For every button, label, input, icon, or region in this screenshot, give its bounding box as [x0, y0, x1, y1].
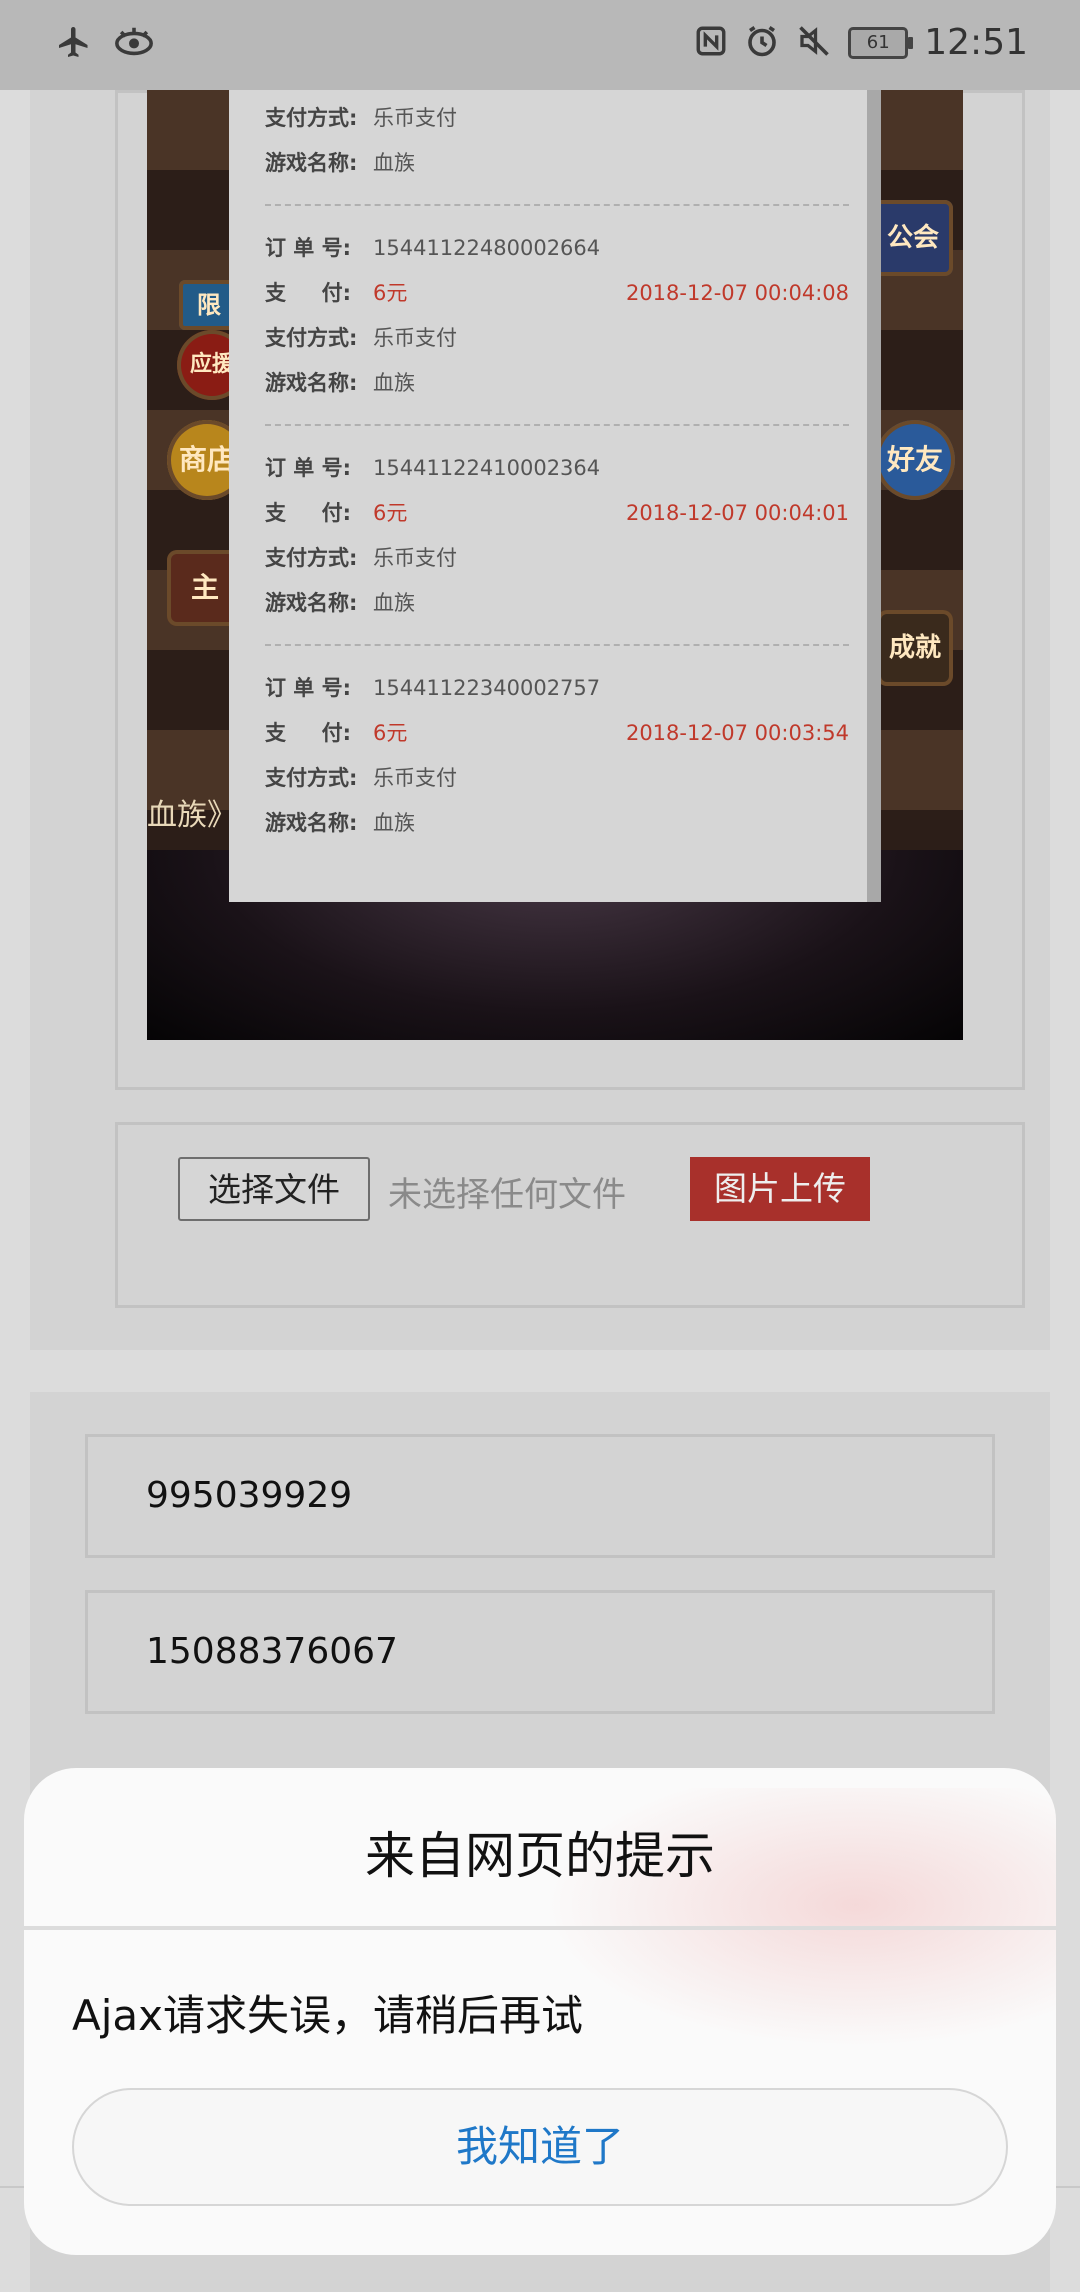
qq-field[interactable]: 995039929	[85, 1434, 995, 1558]
order-number-value: 15441122410002364	[373, 456, 601, 480]
order-item: 订 单 号: 15441122340002757 支 付: 6元 2018-12-07…	[265, 646, 849, 846]
order-pay-label: 支 付:	[265, 501, 352, 525]
order-method-label: 支付方式:	[265, 766, 358, 790]
order-game-row: 游戏名称: 血族	[265, 581, 849, 626]
order-method-row: 支付方式: 乐币支付	[265, 316, 849, 361]
order-game-row: 游戏名称: 血族	[265, 141, 849, 186]
order-method-label: 支付方式:	[265, 546, 358, 570]
order-game-label: 游戏名称:	[265, 811, 358, 835]
status-bar: 61 12:51	[0, 0, 1080, 90]
order-method-value: 乐币支付	[373, 106, 457, 130]
order-item: 订 单 号: 15441122410002364 支 付: 6元 2018-12-07…	[265, 426, 849, 646]
mute-icon	[796, 23, 832, 63]
order-game-row: 游戏名称: 血族	[265, 801, 849, 846]
no-file-label: 未选择任何文件	[388, 1175, 626, 1215]
alarm-icon	[744, 23, 780, 63]
order-pay-row: 支 付: 6元 2018-12-07 00:04:01	[265, 491, 849, 536]
airplane-icon	[56, 24, 92, 64]
order-method-value: 乐币支付	[373, 766, 457, 790]
order-game-value: 血族	[373, 371, 415, 395]
order-method-label: 支付方式:	[265, 106, 358, 130]
order-method-value: 乐币支付	[373, 546, 457, 570]
dialog-title: 来自网页的提示	[365, 1827, 715, 1885]
choose-file-button[interactable]: 选择文件	[178, 1157, 370, 1221]
order-game-value: 血族	[373, 151, 415, 175]
eye-icon	[114, 24, 154, 64]
order-pay-row: 支 付: 6元 2018-12-07 00:04:08	[265, 271, 849, 316]
order-number-row: 订 单 号: 15441122480002664	[265, 226, 849, 271]
order-date: 2018-12-07 00:03:54	[625, 721, 849, 745]
order-number-row: 订 单 号: 15441122340002757	[265, 666, 849, 711]
order-game-label: 游戏名称:	[265, 371, 358, 395]
game-chip-right-3: 成就	[877, 610, 953, 686]
order-date: 2018-12-07 00:04:01	[625, 501, 849, 525]
order-receipt-list: 支付方式: 乐币支付 游戏名称: 血族 订 单 号: 1544112248000266…	[229, 90, 881, 902]
nfc-icon	[694, 23, 728, 63]
status-time: 12:51	[924, 22, 1028, 63]
dialog-message: Ajax请求失误，请稍后再试	[72, 1991, 583, 2040]
dialog-ok-button[interactable]: 我知道了	[72, 2088, 1008, 2206]
order-pay-row: 支 付: 6元 2018-12-07 00:03:54	[265, 711, 849, 756]
order-game-value: 血族	[373, 811, 415, 835]
order-item: 支付方式: 乐币支付 游戏名称: 血族	[265, 90, 849, 206]
order-method-value: 乐币支付	[373, 326, 457, 350]
dialog-divider	[24, 1926, 1056, 1930]
order-date: 2018-12-07 00:04:08	[625, 281, 849, 305]
order-number-value: 15441122480002664	[373, 236, 601, 260]
order-game-value: 血族	[373, 591, 415, 615]
order-pay-amount: 6元	[373, 281, 408, 305]
alert-dialog: 来自网页的提示 Ajax请求失误，请稍后再试 我知道了	[24, 1768, 1056, 2255]
order-number-label: 订 单 号:	[265, 676, 352, 700]
order-method-row: 支付方式: 乐币支付	[265, 96, 849, 141]
order-game-label: 游戏名称:	[265, 591, 358, 615]
order-number-value: 15441122340002757	[373, 676, 601, 700]
game-chip-right-1: 公会	[873, 200, 953, 276]
order-pay-amount: 6元	[373, 721, 408, 745]
order-method-row: 支付方式: 乐币支付	[265, 536, 849, 581]
order-number-label: 订 单 号:	[265, 456, 352, 480]
upload-box: 选择文件 未选择任何文件 图片上传	[115, 1122, 1025, 1308]
order-number-row: 订 单 号: 15441122410002364	[265, 446, 849, 491]
image-upload-button[interactable]: 图片上传	[690, 1157, 870, 1221]
battery-icon: 61	[848, 26, 914, 59]
order-game-row: 游戏名称: 血族	[265, 361, 849, 406]
phone-field[interactable]: 15088376067	[85, 1590, 995, 1714]
order-game-label: 游戏名称:	[265, 151, 358, 175]
order-pay-amount: 6元	[373, 501, 408, 525]
order-pay-label: 支 付:	[265, 281, 352, 305]
order-pay-label: 支 付:	[265, 721, 352, 745]
game-chip-right-2: 好友	[875, 420, 955, 500]
order-number-label: 订 单 号:	[265, 236, 352, 260]
order-method-row: 支付方式: 乐币支付	[265, 756, 849, 801]
order-item: 订 单 号: 15441122480002664 支 付: 6元 2018-12-07…	[265, 206, 849, 426]
order-method-label: 支付方式:	[265, 326, 358, 350]
